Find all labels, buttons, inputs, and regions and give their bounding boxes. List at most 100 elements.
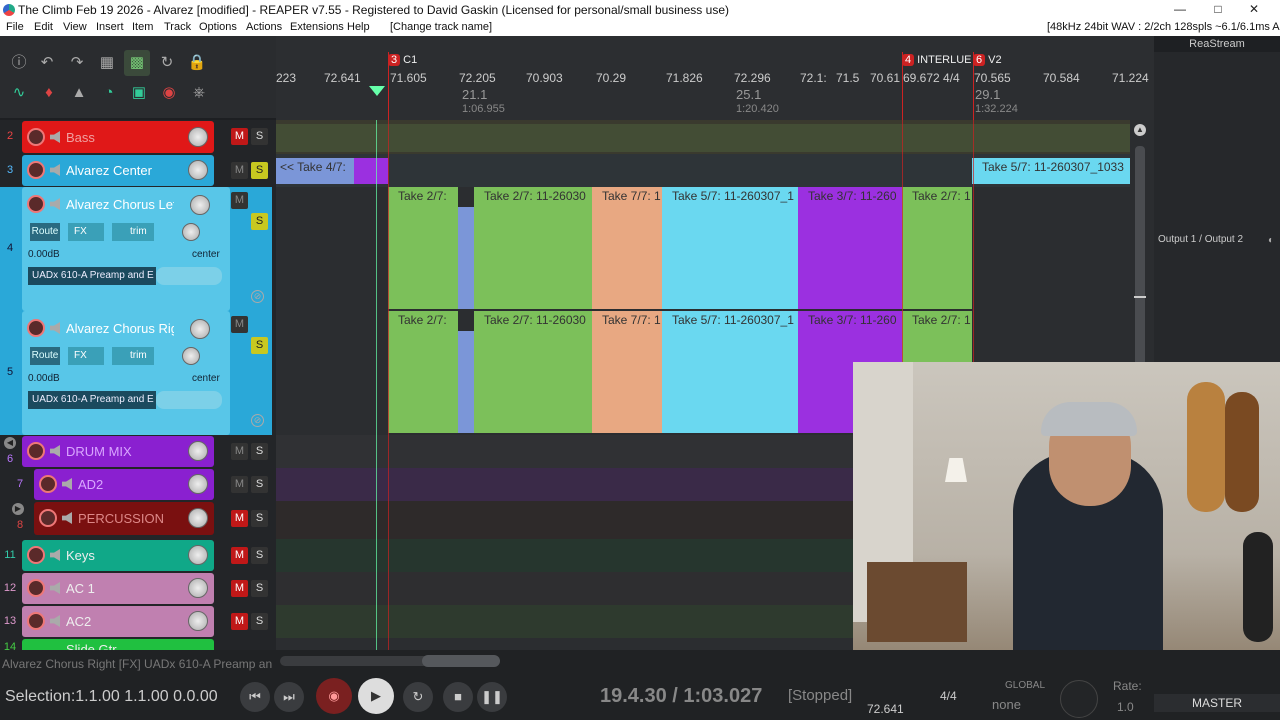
volume-knob[interactable] <box>190 319 210 339</box>
lane-chorus-left[interactable]: Take 2/7: Take 2/7: 11-26030 Take 7/7: 1… <box>276 187 1130 311</box>
master-track[interactable]: MASTER <box>1154 694 1280 712</box>
volume-knob[interactable] <box>188 611 208 631</box>
solo-button[interactable]: S <box>251 162 268 179</box>
menu-edit[interactable]: Edit <box>34 21 53 33</box>
ripple-edit-icon[interactable]: ∿ <box>6 80 32 106</box>
track-header-6[interactable]: 6 ◀ DRUM MIX M S <box>0 435 272 468</box>
track-name[interactable]: AD2 <box>78 477 174 492</box>
track-panel[interactable]: DRUM MIX <box>22 436 214 467</box>
fx-slot-bypass[interactable] <box>156 267 222 285</box>
menu-file[interactable]: File <box>6 21 24 33</box>
menu-help[interactable]: Help <box>347 21 370 33</box>
track-header-11[interactable]: 11 Keys M S <box>0 539 272 572</box>
track-name[interactable]: Alvarez Chorus Lef <box>66 197 174 212</box>
menu-extensions[interactable]: Extensions <box>290 21 344 33</box>
speaker-icon[interactable] <box>62 512 72 524</box>
stop-button[interactable]: ■ <box>443 682 473 712</box>
speaker-icon[interactable] <box>50 322 60 334</box>
pause-button[interactable]: ❚❚ <box>477 682 507 712</box>
media-item[interactable] <box>276 124 1130 152</box>
mute-button[interactable]: M <box>231 580 248 597</box>
marker-interlude[interactable]: 4 INTERLUE <box>902 54 972 68</box>
speaker-icon[interactable] <box>50 131 60 143</box>
solo-button[interactable]: S <box>251 613 268 630</box>
tempo-readout[interactable]: 72.641 <box>867 702 904 716</box>
info-icon[interactable]: ⓘ <box>6 50 32 76</box>
media-item[interactable]: Take 3/7: 11-260 <box>798 187 902 309</box>
pan-knob[interactable] <box>182 347 200 365</box>
edit-cursor-marker[interactable] <box>369 86 385 96</box>
track-name[interactable]: AC2 <box>66 614 174 629</box>
audio-device-status[interactable]: [48kHz 24bit WAV : 2/2ch 128spls ~6.1/6.… <box>1047 21 1280 33</box>
track-header-7[interactable]: 7 AD2 M S <box>0 468 272 501</box>
mute-button[interactable]: M <box>231 613 248 630</box>
solo-button[interactable]: S <box>251 580 268 597</box>
mute-button[interactable]: M <box>231 547 248 564</box>
track-name[interactable]: Keys <box>66 548 174 563</box>
trim-button[interactable]: trim <box>112 223 154 241</box>
record-arm-icon[interactable] <box>27 195 45 213</box>
media-item[interactable]: Take 2/7: 11-26030 <box>474 187 592 309</box>
track-header-13[interactable]: 13 AC2 M S <box>0 605 272 638</box>
record-arm-icon[interactable] <box>27 612 45 630</box>
trim-behind-icon[interactable]: ▣ <box>126 80 152 106</box>
record-mode-icon[interactable]: ◉ <box>156 80 182 106</box>
volume-knob[interactable] <box>188 578 208 598</box>
media-item[interactable] <box>458 207 474 309</box>
track-name[interactable]: Slide Gtr <box>66 642 174 650</box>
media-item[interactable]: Take 5/7: 11-260307_1033 <box>972 158 1130 184</box>
change-track-name[interactable]: [Change track name] <box>390 21 492 33</box>
scroll-up-icon[interactable]: ▲ <box>1134 124 1146 136</box>
record-arm-icon[interactable] <box>39 475 57 493</box>
fx-slot-bypass[interactable] <box>156 391 222 409</box>
solo-button[interactable]: S <box>251 443 268 460</box>
record-arm-icon[interactable] <box>27 442 45 460</box>
fx-plugin-slot[interactable]: UADx 610-A Preamp and E <box>28 391 156 409</box>
media-item[interactable]: Take 2/7: <box>388 187 458 309</box>
rate-value[interactable]: 1.0 <box>1117 700 1134 714</box>
volume-knob[interactable] <box>188 160 208 180</box>
grid-icon[interactable]: ▦ <box>94 50 120 76</box>
media-item[interactable]: Take 5/7: 11-260307_1 <box>662 311 798 433</box>
solo-button[interactable]: S <box>251 213 268 230</box>
media-item[interactable]: Take 7/7: 1 <box>592 311 662 433</box>
track-panel[interactable]: Alvarez Center <box>22 155 214 186</box>
phase-icon[interactable]: ⊘ <box>251 290 264 303</box>
volume-knob[interactable] <box>188 508 208 528</box>
lane-bass[interactable] <box>276 120 1130 154</box>
envelope-icon[interactable]: ♦ <box>36 80 62 106</box>
track-name[interactable]: Bass <box>66 130 174 145</box>
go-to-start-button[interactable]: ⏮ <box>240 682 270 712</box>
menu-options[interactable]: Options <box>199 21 237 33</box>
track-name[interactable]: Alvarez Center <box>66 163 174 178</box>
mute-button[interactable]: M <box>231 316 248 333</box>
speaker-icon[interactable] <box>50 582 60 594</box>
menu-actions[interactable]: Actions <box>246 21 282 33</box>
track-panel[interactable]: Alvarez Chorus Lef Route FX trim 0.00dB … <box>22 187 230 311</box>
media-item[interactable]: Take 2/7: 11-26030 <box>474 311 592 433</box>
lock-icon[interactable]: 🔒 <box>184 50 210 76</box>
folder-collapse-icon[interactable]: ◀ <box>4 437 16 449</box>
menu-track[interactable]: Track <box>164 21 191 33</box>
record-arm-icon[interactable] <box>27 546 45 564</box>
media-item[interactable]: Take 2/7: <box>388 311 458 433</box>
playrate-knob[interactable] <box>1060 680 1098 718</box>
pan-knob[interactable] <box>182 223 200 241</box>
speaker-icon[interactable] <box>50 445 60 457</box>
mute-button[interactable]: M <box>231 192 248 209</box>
fx-button[interactable]: FX <box>68 223 104 241</box>
fx-button[interactable]: FX <box>68 347 104 365</box>
media-item[interactable] <box>354 158 388 184</box>
record-arm-icon[interactable] <box>27 319 45 337</box>
mute-button[interactable]: M <box>231 443 248 460</box>
record-button[interactable]: ◉ <box>316 678 352 714</box>
reastream-output[interactable]: Output 1 / Output 2 <box>1158 234 1243 245</box>
menu-insert[interactable]: Insert <box>96 21 124 33</box>
track-panel[interactable]: PERCUSSION <box>34 502 214 535</box>
track-header-4[interactable]: 4 Alvarez Chorus Lef Route FX trim 0.00d… <box>0 187 272 311</box>
auto-crossfade-icon[interactable]: ◔ <box>96 80 122 106</box>
mute-button[interactable]: M <box>231 128 248 145</box>
horizontal-scroll-thumb[interactable] <box>422 655 500 667</box>
mute-button[interactable]: M <box>231 510 248 527</box>
redo-icon[interactable]: ↷ <box>64 50 90 76</box>
